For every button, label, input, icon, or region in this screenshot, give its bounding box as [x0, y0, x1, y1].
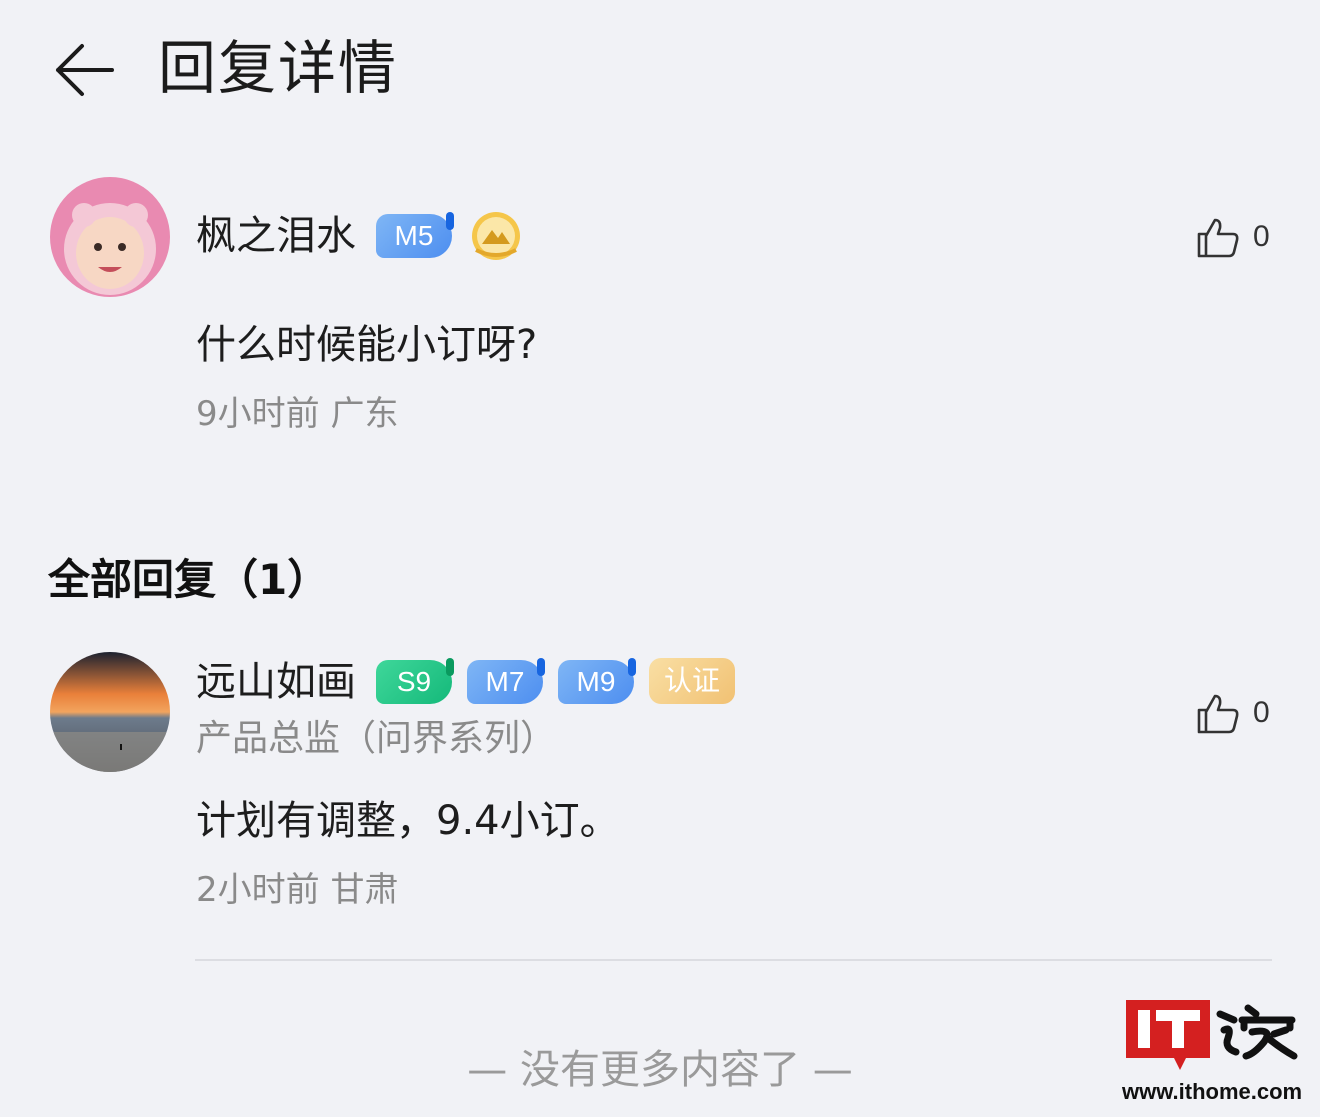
- page-title: 回复详情: [158, 34, 399, 102]
- back-button[interactable]: [48, 38, 120, 102]
- ithome-logo: [1124, 998, 1300, 1074]
- level-badge: M5: [376, 212, 454, 258]
- comment-text: 什么时候能小订呀?: [196, 322, 538, 368]
- reply-text: 计划有调整，9.4小订。: [196, 798, 620, 844]
- like-button[interactable]: 0: [1195, 214, 1270, 260]
- avatar[interactable]: [50, 177, 170, 297]
- user-role: 产品总监（问界系列）: [196, 718, 557, 759]
- comment-meta: 9小时前 广东: [196, 394, 399, 434]
- divider: [195, 959, 1272, 961]
- mountain-medal-icon: [468, 210, 524, 262]
- reply-meta: 2小时前 甘肃: [196, 870, 399, 910]
- ithome-url: www.ithome.com: [1122, 1079, 1303, 1104]
- thumbs-up-icon: [1197, 694, 1239, 734]
- like-count: 0: [1253, 220, 1270, 253]
- certified-badge: 认证: [649, 658, 735, 704]
- level-badge: M9: [558, 658, 636, 704]
- replies-section-title: 全部回复（1）: [48, 555, 330, 604]
- reply-detail-page: 回复详情 枫之泪水 M5 0 什么时候能小订呀? 9小时前 广东 全部回复（1）…: [0, 0, 1320, 1117]
- like-button[interactable]: 0: [1195, 690, 1270, 736]
- username[interactable]: 远山如画: [196, 656, 356, 708]
- level-badge: M7: [467, 658, 545, 704]
- thumbs-up-icon: [1197, 218, 1239, 258]
- level-badge: S9: [376, 658, 454, 704]
- like-count: 0: [1253, 696, 1270, 729]
- username[interactable]: 枫之泪水: [196, 210, 356, 262]
- avatar[interactable]: [50, 652, 170, 772]
- arrow-left-icon: [56, 44, 114, 96]
